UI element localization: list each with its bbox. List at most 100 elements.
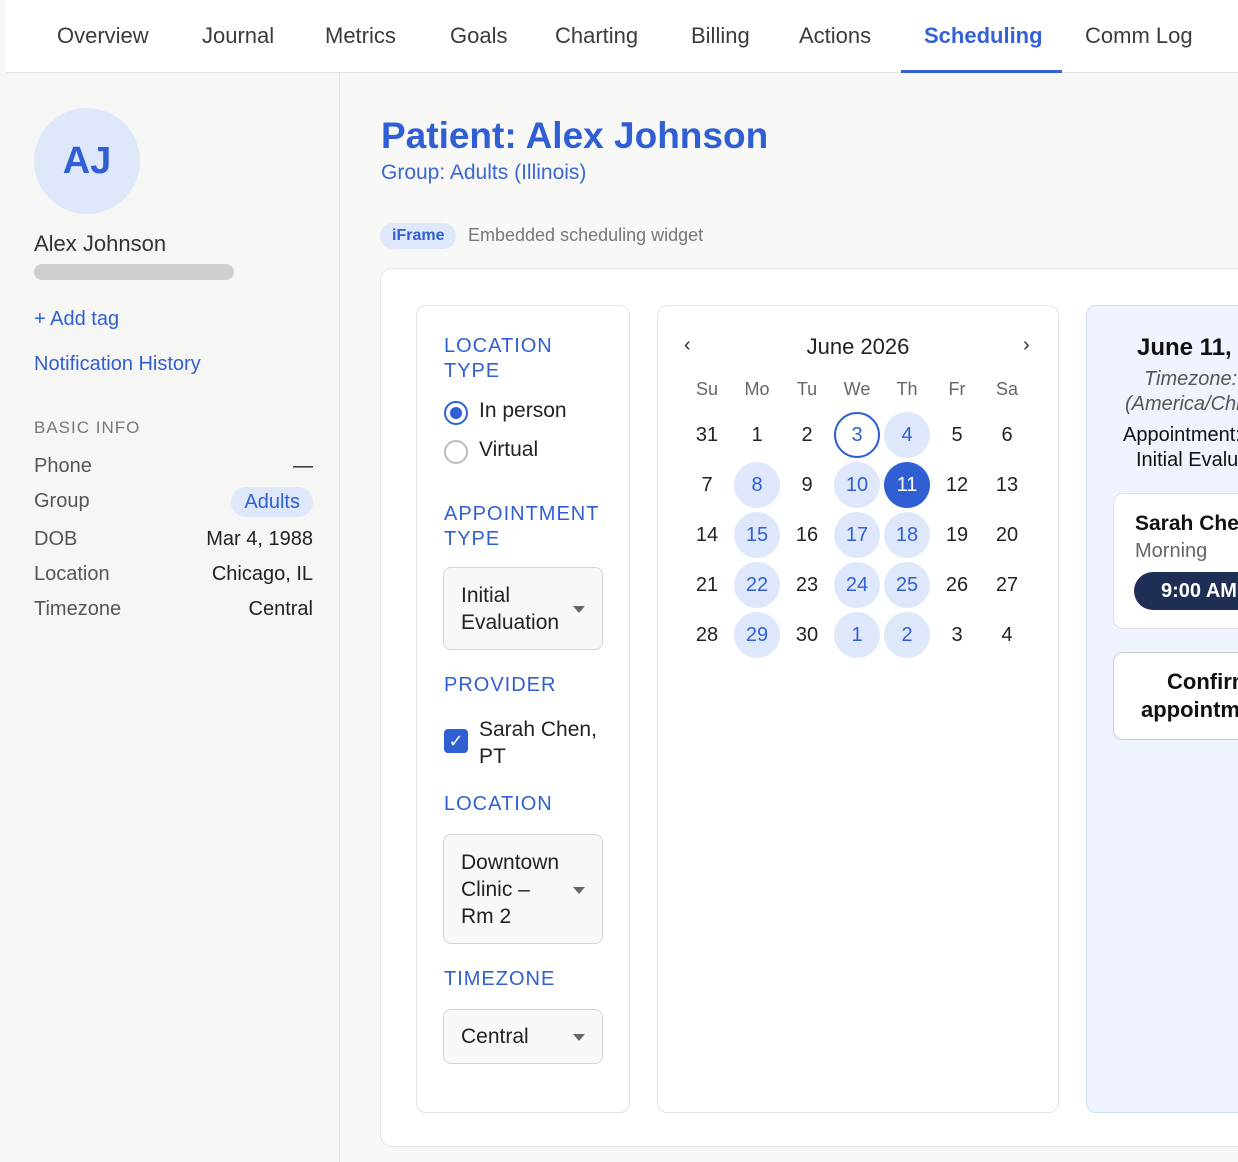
weekday-label: Fr xyxy=(948,379,966,399)
patient-name: Alex Johnson xyxy=(34,231,167,256)
tab-billing[interactable]: Billing xyxy=(691,0,750,72)
tab-overview[interactable]: Overview xyxy=(57,0,149,72)
info-row-dob: DOB Mar 4, 1988 xyxy=(34,524,313,554)
calendar-day: 20 xyxy=(995,524,1019,546)
chevron-down-icon xyxy=(573,1034,585,1041)
appointment-name: Initial Evaluation xyxy=(1136,449,1238,471)
calendar-day-selected[interactable]: 11 xyxy=(884,462,930,508)
group-badge: Adults xyxy=(231,487,313,517)
top-nav: Overview Journal Metrics Goals Charting … xyxy=(6,0,1238,73)
add-tag-link[interactable]: + Add tag xyxy=(34,308,119,331)
calendar-day: 16 xyxy=(795,524,819,546)
tab-journal[interactable]: Journal xyxy=(202,0,274,72)
calendar-day-available[interactable]: 2 xyxy=(884,612,930,658)
calendar-month: June 2026 xyxy=(806,334,910,359)
info-row-timezone: Timezone Central xyxy=(34,594,313,624)
weekday-label: Sa xyxy=(995,379,1019,399)
calendar: ‹ June 2026 › Su Mo Tu We Th Fr Sa 31 1 2 3 4 5 6 7 8 9… xyxy=(657,305,1059,1113)
slot-provider: Sarah Chen, PT xyxy=(1135,512,1238,535)
calendar-day-available[interactable]: 15 xyxy=(734,512,780,558)
weekday-label: We xyxy=(843,379,871,399)
select-value: Downtown Clinic – Rm 2 xyxy=(461,851,560,928)
calendar-day-available[interactable]: 17 xyxy=(834,512,880,558)
calendar-day: 3 xyxy=(951,624,963,646)
tab-charting[interactable]: Charting xyxy=(555,0,638,72)
time-slot-button[interactable]: 9:00 AM xyxy=(1134,572,1238,610)
calendar-day-available[interactable]: 8 xyxy=(734,462,780,508)
calendar-day: 28 xyxy=(695,624,719,646)
calendar-day-available[interactable]: 1 xyxy=(834,612,880,658)
iframe-description: Embedded scheduling widget xyxy=(468,225,704,245)
checkmark-icon: ✓ xyxy=(444,729,468,753)
tab-goals[interactable]: Goals xyxy=(450,0,507,72)
calendar-day-available[interactable]: 4 xyxy=(884,412,930,458)
active-tab-indicator xyxy=(901,70,1062,73)
page-title: Patient: Alex Johnson xyxy=(381,115,769,156)
appointment-type-select[interactable]: Initial Evaluation xyxy=(443,567,603,650)
weekday-label: Th xyxy=(896,379,918,399)
tab-scheduling[interactable]: Scheduling xyxy=(924,0,1043,72)
provider-slot-card: Sarah Chen, PT Morning 9:00 AM xyxy=(1113,493,1238,629)
info-label: DOB xyxy=(34,528,78,550)
calendar-day: 26 xyxy=(945,574,969,596)
info-row-location: Location Chicago, IL xyxy=(34,559,313,589)
calendar-day: 14 xyxy=(695,524,719,546)
calendar-day: 23 xyxy=(795,574,819,596)
select-value: Central xyxy=(461,1025,529,1048)
chevron-down-icon xyxy=(573,606,585,613)
patient-sidebar: AJ Alex Johnson + Add tag Notification H… xyxy=(0,73,340,1162)
calendar-day-available[interactable]: 29 xyxy=(734,612,780,658)
info-label: Group xyxy=(34,490,90,512)
select-value: Initial Evaluation xyxy=(461,584,560,634)
calendar-day-today[interactable]: 3 xyxy=(834,412,880,458)
info-row-group: Group Adults xyxy=(34,486,313,517)
timezone-label: TIMEZONE xyxy=(444,968,556,990)
location-type-label: LOCATION TYPE xyxy=(444,335,553,382)
timezone-line: Timezone: xyxy=(1144,368,1238,390)
weekday-label: Tu xyxy=(796,379,818,399)
timezone-name: (America/Chicago) xyxy=(1125,393,1238,415)
calendar-day-available[interactable]: 25 xyxy=(884,562,930,608)
filter-panel: LOCATION TYPE In person Virtual APPOINTM… xyxy=(416,305,630,1113)
tab-actions[interactable]: Actions xyxy=(799,0,871,72)
timezone-select[interactable]: Central xyxy=(443,1009,603,1064)
confirm-appointment-button[interactable]: Confirm appointment xyxy=(1113,652,1238,740)
weekday-label: Mo xyxy=(744,379,770,399)
notification-history-link[interactable]: Notification History xyxy=(34,353,201,376)
calendar-day: 27 xyxy=(995,574,1019,596)
calendar-day-available[interactable]: 18 xyxy=(884,512,930,558)
calendar-day: 30 xyxy=(795,624,819,646)
appointment-line: Appointment: xyxy=(1123,424,1238,446)
selected-date: June 11, 2026 xyxy=(1137,334,1238,361)
avatar: AJ xyxy=(34,108,140,214)
info-value: Mar 4, 1988 xyxy=(206,528,313,550)
next-month-button[interactable]: › xyxy=(1023,334,1030,357)
calendar-day: 21 xyxy=(695,574,719,596)
radio-selected-icon xyxy=(444,401,468,425)
redacted-bar xyxy=(34,264,234,280)
appointment-type-label: APPOINTMENT TYPE xyxy=(444,503,600,550)
location-select[interactable]: Downtown Clinic – Rm 2 xyxy=(443,834,603,944)
radio-in-person[interactable]: In person xyxy=(444,399,614,427)
calendar-day-available[interactable]: 22 xyxy=(734,562,780,608)
basic-info-heading: BASIC INFO xyxy=(34,418,141,437)
slot-period: Morning xyxy=(1135,540,1208,562)
group-subtitle: Group: Adults (Illinois) xyxy=(381,161,587,184)
provider-checkbox-sarah-chen[interactable]: ✓ Sarah Chen, PT xyxy=(444,714,614,774)
radio-unselected-icon xyxy=(444,440,468,464)
calendar-day: 2 xyxy=(801,424,813,446)
weekday-label: Su xyxy=(695,379,719,399)
checkbox-label: Sarah Chen, PT xyxy=(479,718,597,768)
calendar-day: 31 xyxy=(695,424,719,446)
tab-comm-log[interactable]: Comm Log xyxy=(1085,0,1193,72)
radio-virtual[interactable]: Virtual xyxy=(444,438,614,466)
chevron-down-icon xyxy=(573,887,585,894)
tab-metrics[interactable]: Metrics xyxy=(325,0,396,72)
calendar-day: 7 xyxy=(701,474,713,496)
info-value: — xyxy=(293,455,313,477)
info-label: Phone xyxy=(34,455,92,477)
confirm-label: appointment xyxy=(1141,697,1238,722)
calendar-day-available[interactable]: 10 xyxy=(834,462,880,508)
calendar-day-available[interactable]: 24 xyxy=(834,562,880,608)
calendar-day: 9 xyxy=(801,474,813,496)
